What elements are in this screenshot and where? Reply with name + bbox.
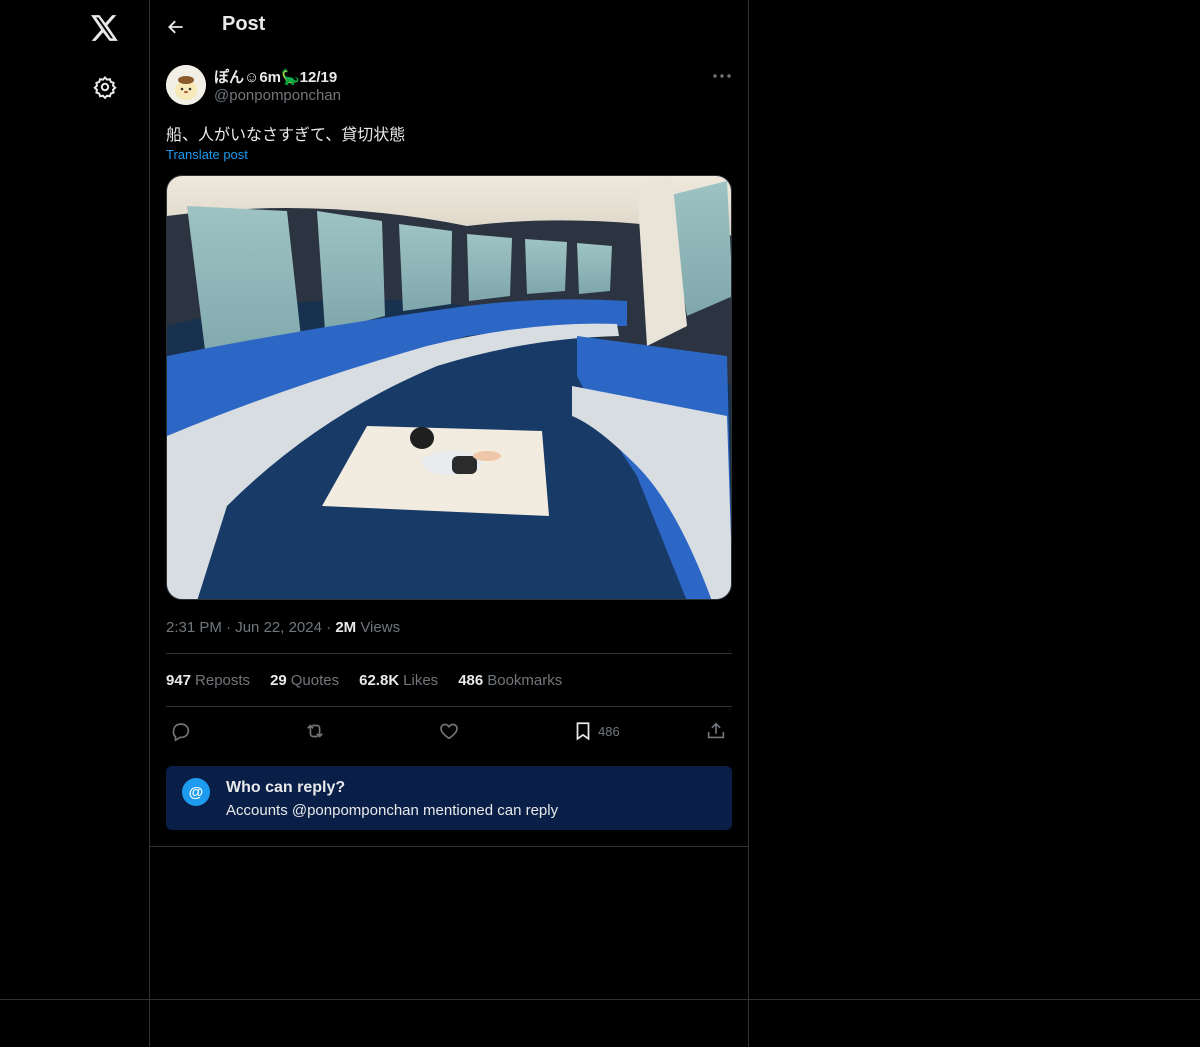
bookmark-button[interactable]: 486 xyxy=(572,719,620,743)
post-text: 船、人がいなさすぎて、貸切状態 xyxy=(166,125,406,144)
x-logo-icon[interactable] xyxy=(91,14,119,42)
avatar[interactable] xyxy=(166,65,206,105)
bookmark-icon xyxy=(576,722,590,741)
bottom-divider xyxy=(0,999,1200,1000)
post-time[interactable]: 2:31 PM xyxy=(166,619,222,636)
likes-stat[interactable]: 62.8K Likes xyxy=(359,672,438,689)
reply-icon[interactable] xyxy=(170,719,192,743)
left-rail xyxy=(0,0,150,1047)
divider xyxy=(150,846,748,847)
gear-icon[interactable] xyxy=(93,75,117,99)
heart-icon[interactable] xyxy=(438,719,460,743)
likes-label: Likes xyxy=(403,672,439,689)
notice-subtitle: Accounts @ponpomponchan mentioned can re… xyxy=(226,802,559,819)
reposts-stat[interactable]: 947 Reposts xyxy=(166,672,250,689)
divider xyxy=(166,653,732,654)
mention-icon: @ xyxy=(182,778,210,806)
repost-icon[interactable] xyxy=(303,719,327,743)
main-column: Post ぽん☺6m🦕12/19 @ponpomponchan 船、人がいなさす… xyxy=(150,0,749,1047)
more-options-icon[interactable] xyxy=(710,66,734,86)
bookmarks-label: Bookmarks xyxy=(487,672,563,689)
bookmarks-count: 486 xyxy=(458,672,484,689)
bookmarks-stat[interactable]: 486 Bookmarks xyxy=(458,672,562,689)
share-icon[interactable] xyxy=(705,719,727,743)
quotes-stat[interactable]: 29 Quotes xyxy=(270,672,339,689)
reposts-count: 947 xyxy=(166,672,192,689)
translate-post-link[interactable]: Translate post xyxy=(166,147,248,162)
post-date[interactable]: Jun 22, 2024 xyxy=(235,619,322,636)
page-title: Post xyxy=(222,13,266,35)
notice-title: Who can reply? xyxy=(226,779,346,796)
views-count: 2M xyxy=(335,619,357,636)
divider xyxy=(166,706,732,707)
user-handle[interactable]: @ponpomponchan xyxy=(214,87,341,104)
meta-separator: · xyxy=(226,619,236,636)
page-header: Post xyxy=(150,0,748,54)
meta-separator: · xyxy=(326,619,336,636)
back-arrow-icon[interactable] xyxy=(164,15,188,39)
post-image[interactable] xyxy=(166,175,732,600)
display-name[interactable]: ぽん☺6m🦕12/19 xyxy=(214,66,337,87)
likes-count: 62.8K xyxy=(359,672,400,689)
who-can-reply-notice: @ Who can reply? Accounts @ponpomponchan… xyxy=(166,766,732,830)
quotes-label: Quotes xyxy=(290,672,340,689)
reposts-label: Reposts xyxy=(195,672,251,689)
action-bar: 486 xyxy=(166,716,732,746)
post-stats: 947 Reposts 29 Quotes 62.8K Likes 486 Bookma… xyxy=(166,672,562,689)
quotes-count: 29 xyxy=(270,672,287,689)
views-label: Views xyxy=(360,619,401,636)
post-meta: 2:31 PM · Jun 22, 2024 · 2M Views xyxy=(166,619,400,636)
bookmark-count: 486 xyxy=(598,723,620,739)
